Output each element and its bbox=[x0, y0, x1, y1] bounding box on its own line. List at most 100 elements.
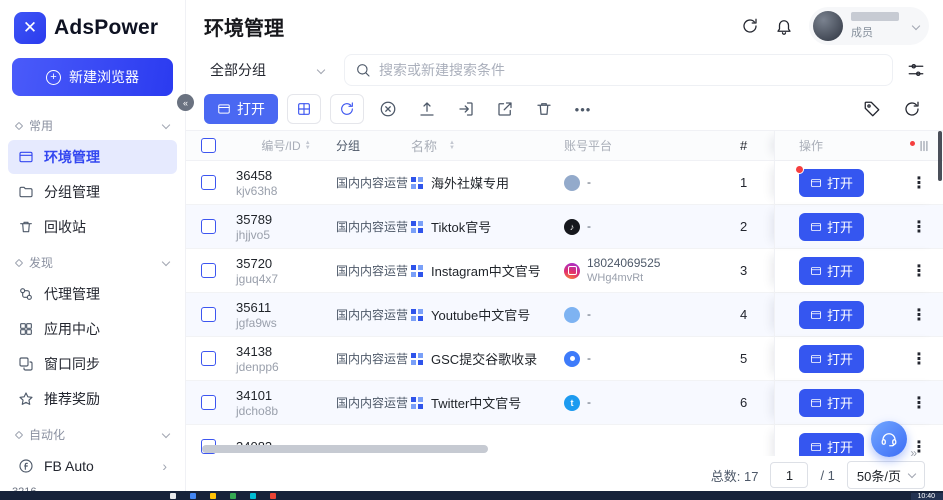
sync-icon[interactable] bbox=[741, 17, 759, 35]
env-name: Youtube中文官号 bbox=[431, 305, 530, 324]
platform-account: - bbox=[587, 175, 591, 191]
expand-chevrons-icon[interactable]: » bbox=[910, 446, 917, 460]
section-automation[interactable]: 自动化 bbox=[8, 417, 177, 448]
env-name-grid-icon bbox=[411, 221, 423, 233]
env-id: 34138 bbox=[236, 344, 272, 359]
platform-account: 18024069525 WHg4mvRt bbox=[587, 256, 660, 286]
page-number-input[interactable] bbox=[770, 462, 808, 488]
upload-button[interactable] bbox=[412, 94, 442, 124]
open-env-button[interactable]: 打开 bbox=[799, 301, 864, 329]
section-common[interactable]: 常用 bbox=[8, 108, 177, 139]
taskbar-icon[interactable] bbox=[170, 493, 176, 499]
bulk-open-button[interactable]: 打开 bbox=[204, 94, 278, 124]
window-icon bbox=[810, 309, 822, 321]
table-row[interactable]: 34138 jdenpp6 国内内容运营 GSC提交谷歌收录 - 5 bbox=[186, 337, 943, 381]
open-env-button[interactable]: 打开 bbox=[799, 389, 864, 417]
proxy-icon bbox=[18, 286, 34, 302]
sidebar-item-referral-rewards[interactable]: 推荐奖励 bbox=[8, 382, 177, 416]
row-index: 3 bbox=[740, 249, 774, 292]
env-group: 国内内容运营 bbox=[336, 293, 411, 336]
export-button[interactable] bbox=[490, 94, 520, 124]
window-icon bbox=[810, 397, 822, 409]
table-row[interactable]: 36458 kjv63h8 国内内容运营 海外社媒专用 - 1 bbox=[186, 161, 943, 205]
open-env-button[interactable]: 打开 bbox=[799, 345, 864, 373]
notification-bell-icon[interactable] bbox=[775, 17, 793, 35]
twitter-icon bbox=[564, 395, 580, 411]
taskbar-icon[interactable] bbox=[270, 493, 276, 499]
group-filter-select[interactable]: 全部分组 bbox=[204, 56, 330, 84]
support-button[interactable] bbox=[871, 421, 907, 457]
column-header-id[interactable]: 编号/ID bbox=[236, 131, 336, 160]
column-header-name[interactable]: 名称 bbox=[411, 131, 564, 160]
taskbar-icon[interactable] bbox=[230, 493, 236, 499]
table-row[interactable]: 35720 jguq4x7 国内内容运营 Instagram中文官号 18024… bbox=[186, 249, 943, 293]
table-row[interactable]: 35611 jgfa9ws 国内内容运营 Youtube中文官号 - 4 bbox=[186, 293, 943, 337]
sidebar-item-env-management[interactable]: 环境管理 bbox=[8, 140, 177, 174]
sidebar-item-proxy-management[interactable]: 代理管理 bbox=[8, 277, 177, 311]
reload-table-icon[interactable] bbox=[903, 100, 921, 118]
row-checkbox[interactable] bbox=[201, 307, 216, 322]
refresh-envs-button[interactable] bbox=[330, 94, 364, 124]
sidebar-item-window-sync[interactable]: 窗口同步 bbox=[8, 347, 177, 381]
row-checkbox[interactable] bbox=[201, 395, 216, 410]
row-menu-icon[interactable]: ⋮ bbox=[911, 173, 927, 193]
batch-windows-button[interactable] bbox=[287, 94, 321, 124]
sidebar-item-group-management[interactable]: 分组管理 bbox=[8, 175, 177, 209]
row-index: 2 bbox=[740, 205, 774, 248]
row-menu-icon[interactable]: ⋮ bbox=[911, 305, 927, 325]
more-actions-button[interactable]: ••• bbox=[568, 94, 598, 124]
adspower-logo-icon: ✕ bbox=[14, 12, 46, 44]
upload-icon bbox=[418, 100, 436, 118]
top-right-tools: 成员 bbox=[741, 7, 929, 45]
sync-windows-icon bbox=[18, 356, 34, 372]
row-checkbox[interactable] bbox=[201, 351, 216, 366]
search-input[interactable] bbox=[379, 62, 882, 78]
env-code: jdenpp6 bbox=[236, 360, 279, 374]
delete-button[interactable] bbox=[529, 94, 559, 124]
windows-taskbar: 10:40 bbox=[0, 491, 943, 500]
user-profile-menu[interactable]: 成员 bbox=[809, 7, 929, 45]
chevron-down-icon bbox=[317, 66, 325, 74]
table-row[interactable]: 35789 jhjjvo5 国内内容运营 Tiktok官号 - 2 bbox=[186, 205, 943, 249]
sidebar-collapse-button[interactable]: « bbox=[177, 94, 194, 111]
env-name-grid-icon bbox=[411, 309, 423, 321]
open-env-button[interactable]: 打开 bbox=[799, 213, 864, 241]
sidebar-item-app-center[interactable]: 应用中心 bbox=[8, 312, 177, 346]
taskbar-icon[interactable] bbox=[210, 493, 216, 499]
search-icon bbox=[355, 62, 371, 78]
select-all-checkbox[interactable] bbox=[201, 138, 216, 153]
row-menu-icon[interactable]: ⋮ bbox=[911, 261, 927, 281]
horizontal-scrollbar[interactable] bbox=[202, 445, 488, 453]
open-env-button[interactable]: 打开 bbox=[799, 257, 864, 285]
table-row[interactable]: 34101 jdcho8b 国内内容运营 Twitter中文官号 - 6 bbox=[186, 381, 943, 425]
sidebar-item-fb-auto[interactable]: FB Auto › bbox=[8, 449, 177, 483]
sidebar-item-recycle-bin[interactable]: 回收站 bbox=[8, 210, 177, 244]
window-icon bbox=[810, 221, 822, 233]
row-checkbox[interactable] bbox=[201, 219, 216, 234]
trash-icon bbox=[535, 100, 553, 118]
taskbar-icon[interactable] bbox=[190, 493, 196, 499]
row-checkbox[interactable] bbox=[201, 175, 216, 190]
column-settings-icon[interactable] bbox=[917, 139, 931, 153]
row-checkbox[interactable] bbox=[201, 263, 216, 278]
tag-icon[interactable] bbox=[863, 100, 881, 118]
page-size-select[interactable]: 50条/页 bbox=[847, 461, 925, 489]
row-menu-icon[interactable]: ⋮ bbox=[911, 349, 927, 369]
window-icon bbox=[18, 149, 34, 165]
row-menu-icon[interactable]: ⋮ bbox=[911, 217, 927, 237]
import-button[interactable] bbox=[451, 94, 481, 124]
main-area: « 环境管理 成员 全部分组 bbox=[186, 0, 943, 500]
env-group: 国内内容运营 bbox=[336, 249, 411, 292]
row-menu-icon[interactable]: ⋮ bbox=[911, 393, 927, 413]
open-env-button[interactable]: 打开 bbox=[799, 433, 864, 457]
new-browser-button[interactable]: + 新建浏览器 bbox=[12, 58, 173, 96]
window-icon bbox=[217, 102, 231, 116]
vertical-scrollbar[interactable] bbox=[938, 131, 942, 181]
taskbar-icon[interactable] bbox=[250, 493, 256, 499]
section-discover[interactable]: 发现 bbox=[8, 245, 177, 276]
page-title: 环境管理 bbox=[204, 12, 284, 41]
close-all-button[interactable] bbox=[373, 94, 403, 124]
env-name: Twitter中文官号 bbox=[431, 393, 521, 412]
filter-sliders-icon[interactable] bbox=[907, 61, 925, 79]
open-env-button[interactable]: 打开 bbox=[799, 169, 864, 197]
